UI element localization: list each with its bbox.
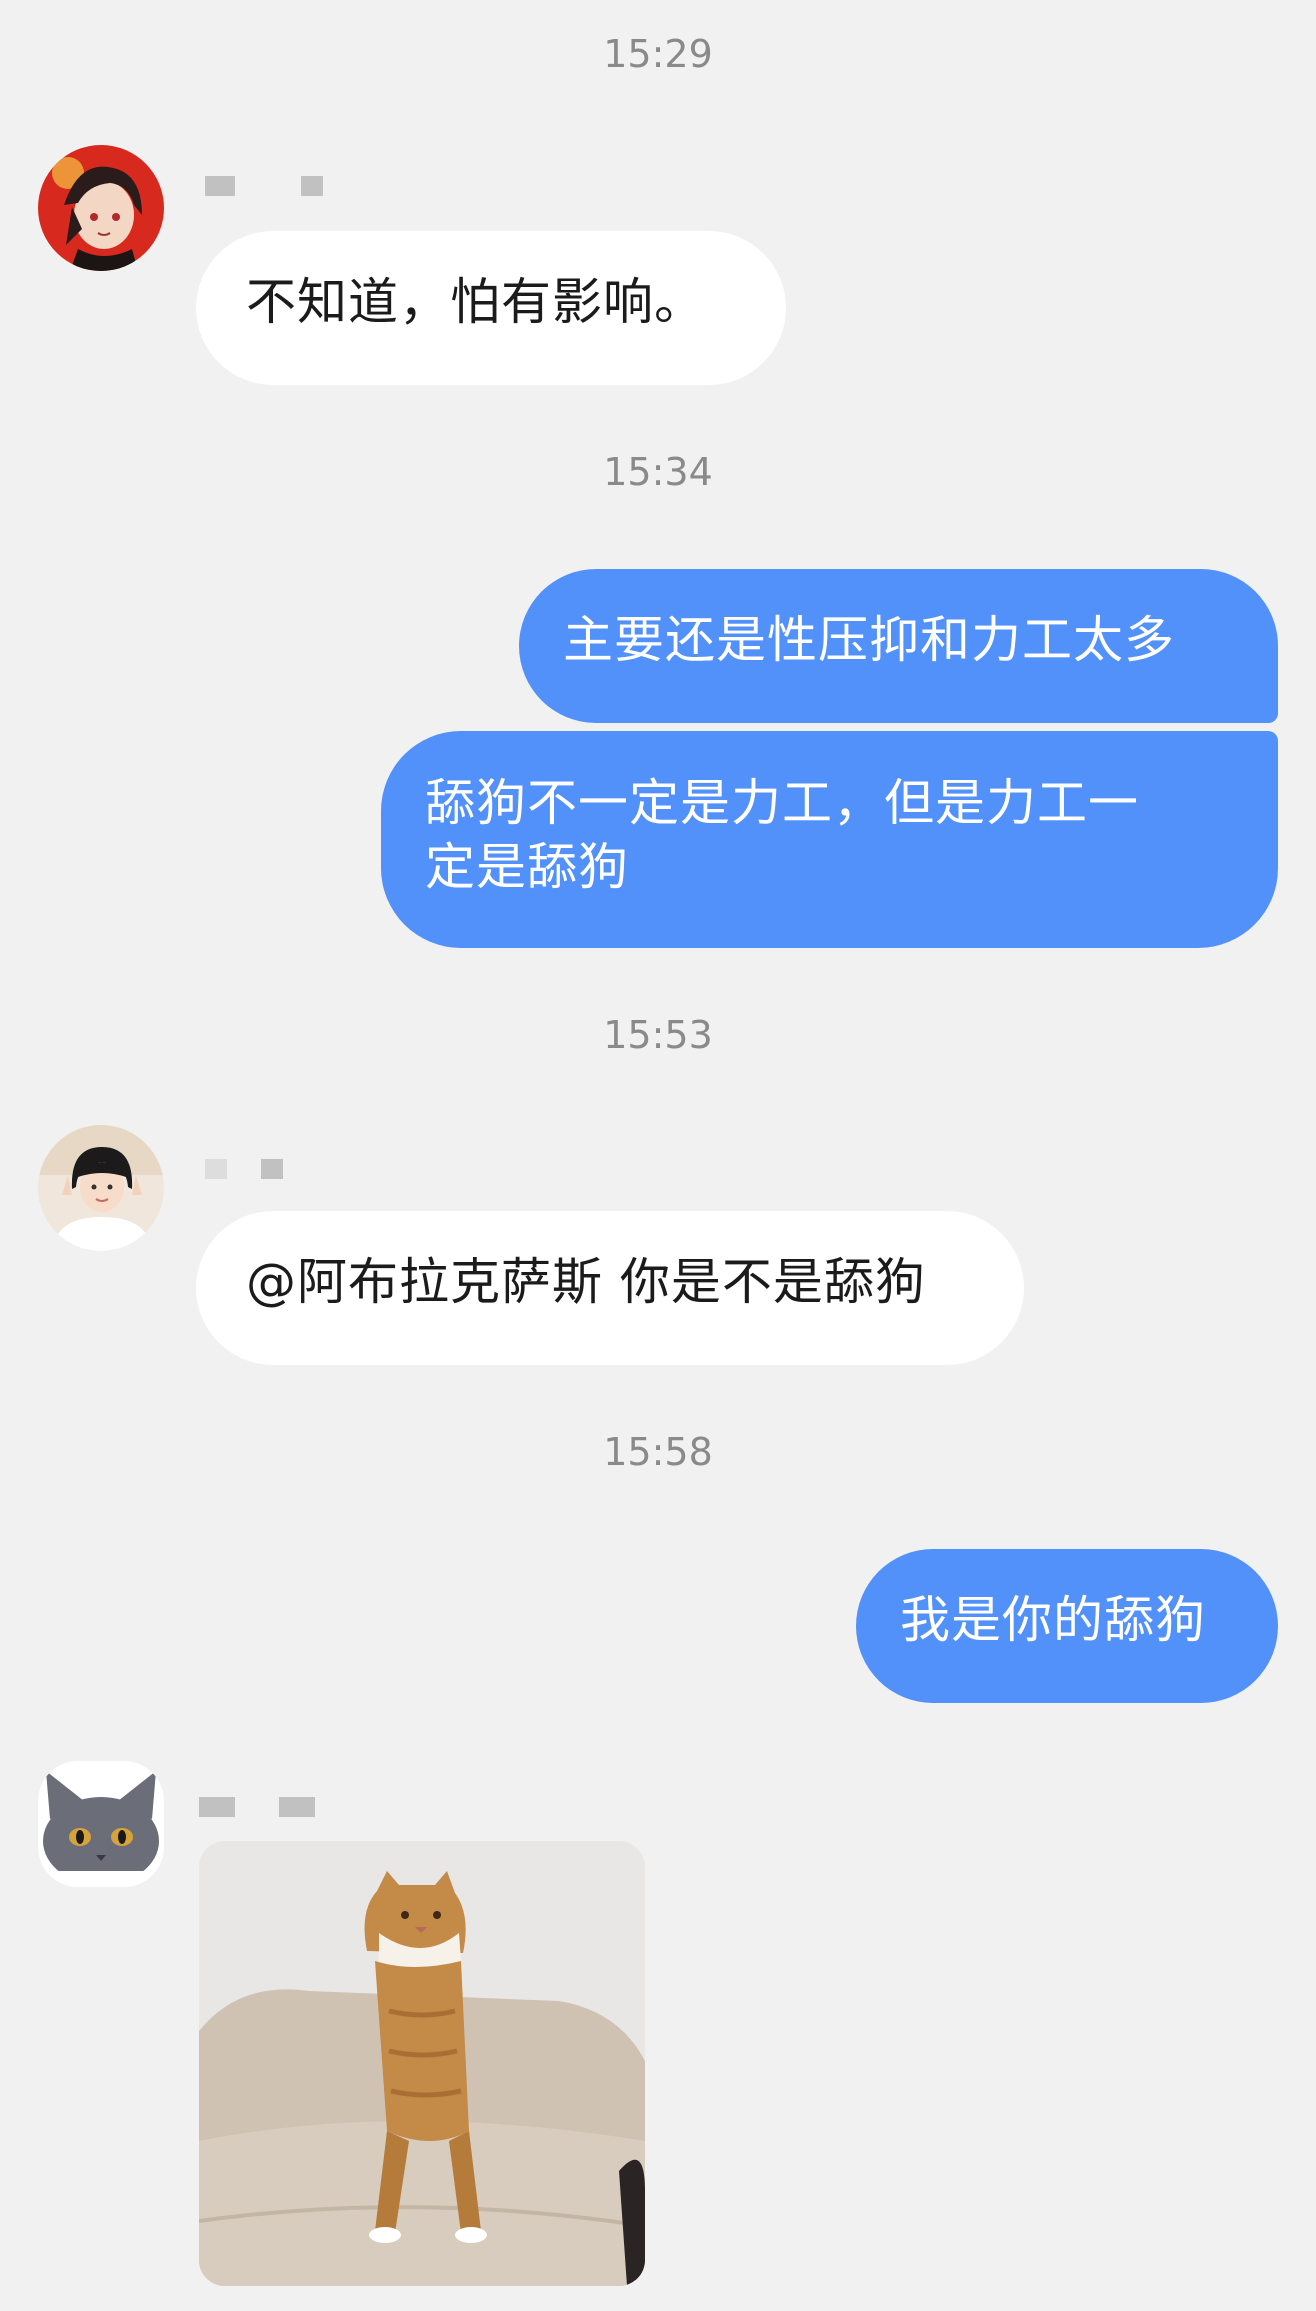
message-text: 我是你的舔狗 xyxy=(900,1591,1206,1649)
girl-photo-avatar[interactable] xyxy=(38,1125,164,1251)
standing-cat-photo[interactable] xyxy=(199,1841,645,2286)
message-text-line: 定是舔狗 xyxy=(425,838,629,896)
message-bubble-incoming[interactable]: @阿布拉克萨斯 你是不是舔狗 xyxy=(196,1211,1024,1365)
message-text: 主要还是性压抑和力工太多 xyxy=(563,611,1175,669)
message-bubble-outgoing[interactable]: 我是你的舔狗 xyxy=(856,1549,1278,1703)
message-bubble-incoming[interactable]: 不知道，怕有影响。 xyxy=(196,231,786,385)
message-bubble-outgoing[interactable]: 舔狗不一定是力工，但是力工一 定是舔狗 xyxy=(381,731,1278,948)
sender-name-redacted xyxy=(195,166,405,208)
timestamp: 15:29 xyxy=(603,32,713,76)
anime-character-avatar[interactable] xyxy=(38,145,164,271)
sender-name-redacted xyxy=(195,1149,405,1191)
message-text-line: 舔狗不一定是力工，但是力工一 xyxy=(425,774,1139,832)
timestamp: 15:34 xyxy=(603,450,713,494)
timestamp: 15:53 xyxy=(603,1013,713,1057)
sender-name-redacted xyxy=(195,1787,405,1829)
timestamp: 15:58 xyxy=(603,1430,713,1474)
message-text: 不知道，怕有影响。 xyxy=(246,273,705,331)
message-text: @阿布拉克萨斯 你是不是舔狗 xyxy=(246,1253,926,1311)
grey-cat-avatar[interactable] xyxy=(38,1761,164,1887)
message-bubble-outgoing[interactable]: 主要还是性压抑和力工太多 xyxy=(519,569,1278,723)
